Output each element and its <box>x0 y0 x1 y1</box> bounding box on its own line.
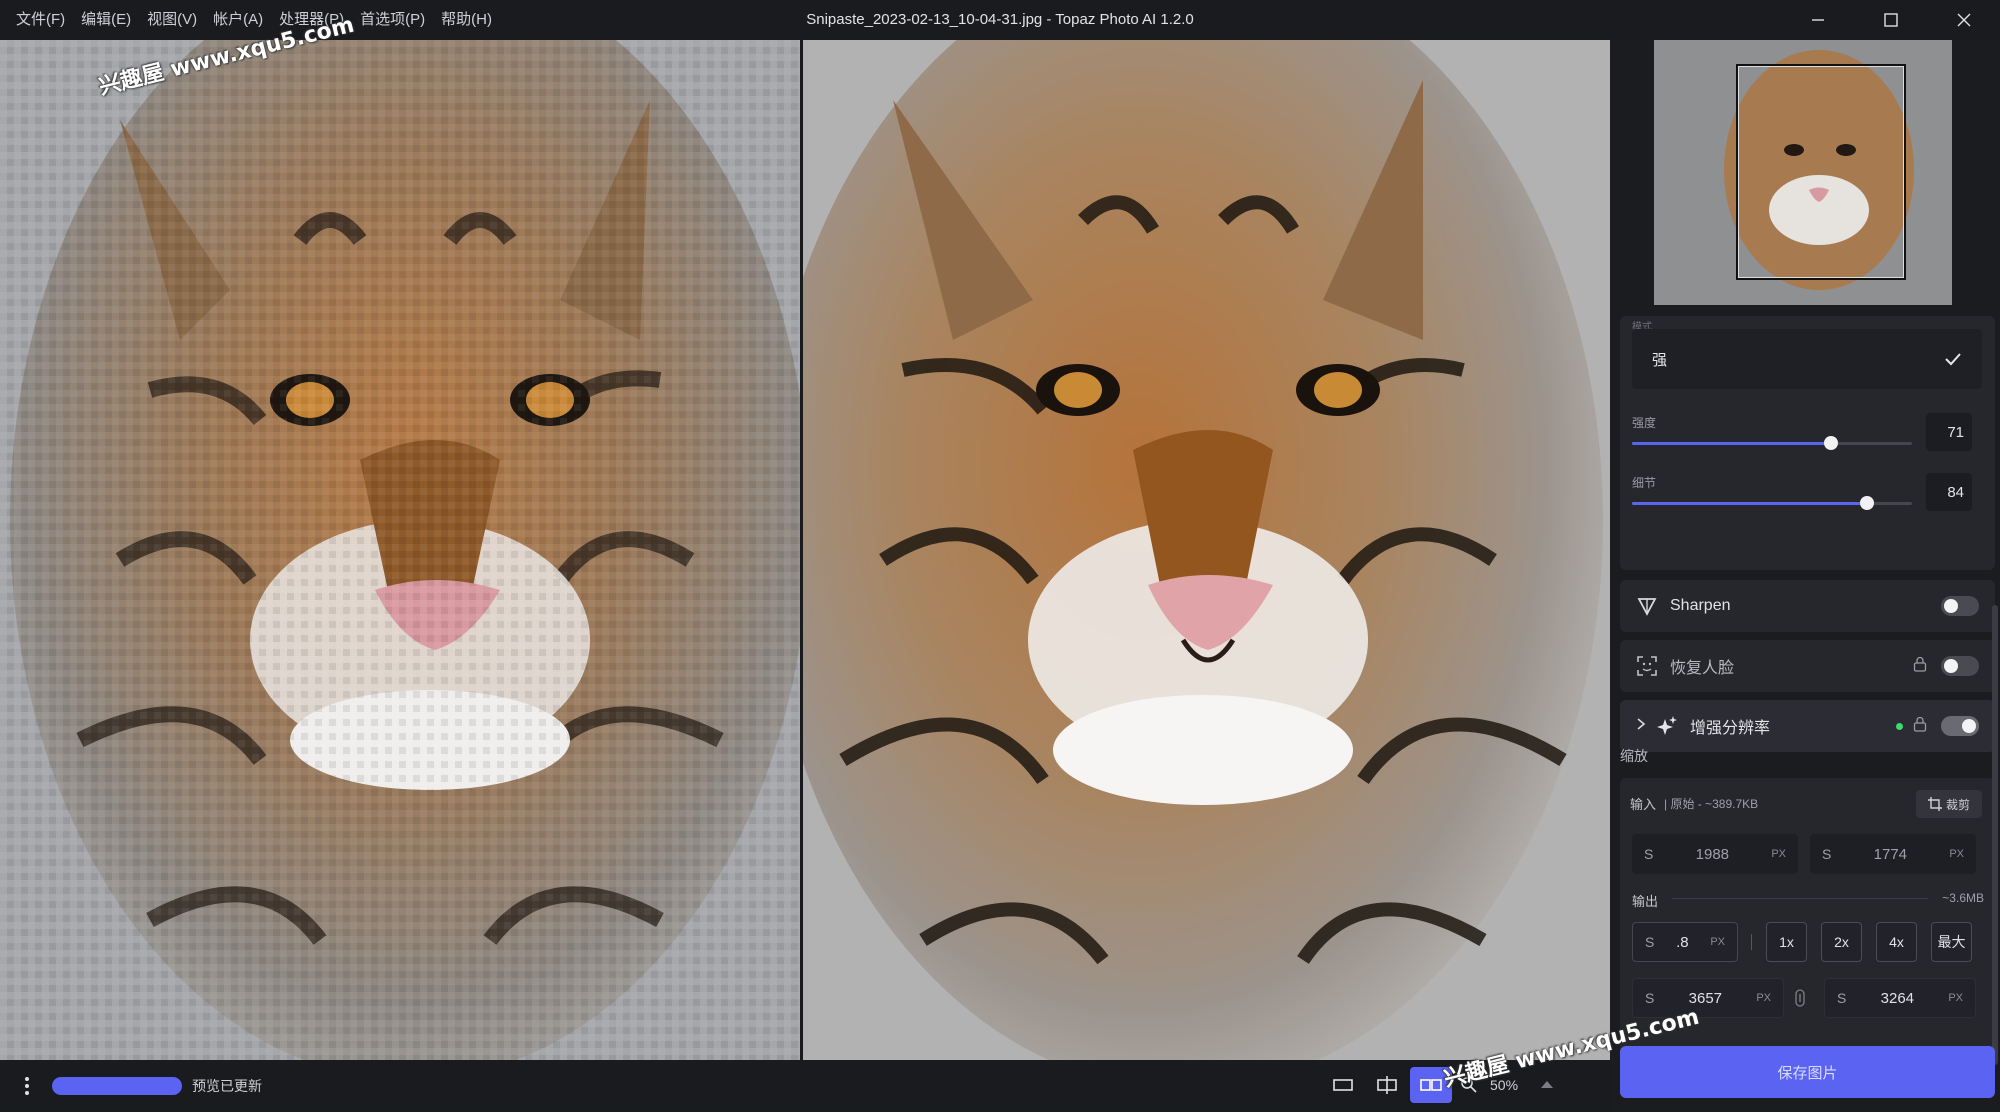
input-height-unit: PX <box>1949 848 1964 860</box>
maximize-button[interactable] <box>1854 0 1927 40</box>
more-vertical-icon <box>25 1077 29 1095</box>
detail-value-input[interactable]: 84 <box>1926 473 1972 511</box>
minimize-icon <box>1811 19 1824 21</box>
close-icon <box>1957 13 1970 27</box>
caret-up-icon[interactable] <box>1540 1076 1554 1094</box>
enhanced-preview[interactable] <box>803 40 1610 1060</box>
detail-slider[interactable] <box>1632 496 1912 510</box>
bottom-toolbar: 预览已更新 50% <box>0 1060 1610 1112</box>
strength-label: 强度 <box>1632 416 1657 430</box>
strength-slider-fill <box>1632 442 1831 445</box>
scale-section-title: 缩放 <box>1620 748 1648 764</box>
input-width-prefix: S <box>1644 846 1654 862</box>
input-height-prefix: S <box>1822 846 1832 862</box>
output-size: ~3.6MB <box>1942 891 1984 905</box>
tiger-image-enhanced <box>803 40 1610 1060</box>
scale-separator <box>1751 934 1752 950</box>
navigator-viewport-frame[interactable] <box>1736 64 1906 280</box>
tiger-image-original <box>0 40 800 1060</box>
face-recovery-row[interactable]: 恢复人脸 <box>1620 640 1995 692</box>
split-view-icon <box>1377 1076 1397 1094</box>
side-by-side-icon <box>1420 1079 1442 1091</box>
output-width-prefix: S <box>1645 990 1655 1006</box>
input-height-field: S 1774 PX <box>1810 834 1976 874</box>
crop-button[interactable]: 裁剪 <box>1916 790 1982 818</box>
output-label: 输出 <box>1632 894 1659 909</box>
output-height-unit: PX <box>1948 992 1963 1004</box>
save-image-button[interactable]: 保存图片 <box>1620 1046 1995 1098</box>
upscale-row[interactable]: 增强分辨率 <box>1620 700 1995 752</box>
single-view-icon <box>1333 1079 1353 1091</box>
checkmark-icon <box>1945 353 1961 366</box>
output-scale-value: .8 <box>1676 933 1689 951</box>
single-view-button[interactable] <box>1322 1067 1364 1103</box>
preview-status: 预览已更新 <box>192 1078 262 1094</box>
input-label: 输入 <box>1630 797 1657 812</box>
output-divider <box>1672 898 1928 899</box>
window-controls <box>1781 0 2000 40</box>
mode-dropdown[interactable]: 强 <box>1632 329 1982 389</box>
strength-slider[interactable] <box>1632 436 1912 450</box>
image-comparison-view[interactable] <box>0 40 1610 1060</box>
close-button[interactable] <box>1927 0 2000 40</box>
link-icon[interactable] <box>1794 988 1806 1013</box>
upscale-label: 增强分辨率 <box>1690 720 1771 737</box>
input-width-value: 1988 <box>1695 845 1730 863</box>
crop-icon <box>1927 797 1942 811</box>
minimize-button[interactable] <box>1781 0 1854 40</box>
strength-slider-handle[interactable] <box>1823 436 1838 450</box>
sparkle-icon <box>1656 715 1678 737</box>
scale-1x-button[interactable]: 1x <box>1766 922 1807 962</box>
chevron-right-icon[interactable] <box>1636 717 1646 736</box>
input-width-unit: PX <box>1771 848 1786 860</box>
crop-button-label: 裁剪 <box>1945 797 1970 812</box>
status-dot-icon <box>1896 722 1903 730</box>
face-scan-icon <box>1636 655 1658 677</box>
output-scale-prefix: S <box>1645 934 1655 950</box>
detail-label: 细节 <box>1632 476 1657 490</box>
mode-dropdown-value: 强 <box>1652 351 1668 369</box>
output-height-field[interactable]: S 3264 PX <box>1824 978 1976 1018</box>
output-height-value: 3264 <box>1880 989 1915 1007</box>
menu-view[interactable]: 视图(V) <box>139 0 205 40</box>
scale-4x-button[interactable]: 4x <box>1876 922 1917 962</box>
input-height-value: 1774 <box>1873 845 1908 863</box>
output-width-unit: PX <box>1756 992 1771 1004</box>
face-recovery-label: 恢复人脸 <box>1670 660 1735 677</box>
input-meta: | 原始 - ~389.7KB <box>1664 797 1759 811</box>
split-view-button[interactable] <box>1366 1067 1408 1103</box>
menu-file[interactable]: 文件(F) <box>8 0 73 40</box>
menu-help[interactable]: 帮助(H) <box>433 0 500 40</box>
sharpen-toggle[interactable] <box>1941 596 1979 616</box>
original-preview[interactable] <box>0 40 800 1060</box>
upscale-toggle[interactable] <box>1941 716 1979 736</box>
more-options-button[interactable] <box>8 1067 46 1105</box>
sharpen-row[interactable]: Sharpen <box>1620 580 1995 632</box>
input-width-field: S 1988 PX <box>1632 834 1798 874</box>
sharpen-icon <box>1636 595 1658 617</box>
scale-2x-button[interactable]: 2x <box>1821 922 1862 962</box>
menu-preferences[interactable]: 首选项(P) <box>352 0 433 40</box>
strength-value-input[interactable]: 71 <box>1926 413 1972 451</box>
face-recovery-toggle[interactable] <box>1941 656 1979 676</box>
side-panel: 模式 强 强度 71 细节 84 Sharpen 恢复人脸 增强分辨率 缩放 输… <box>1610 40 2000 1112</box>
panel-scrollbar[interactable] <box>1992 605 1998 1065</box>
scale-max-button[interactable]: 最大 <box>1931 922 1972 962</box>
preview-progress-bar <box>52 1077 182 1095</box>
lock-icon <box>1913 716 1927 737</box>
lock-icon <box>1913 656 1927 677</box>
menu-edit[interactable]: 编辑(E) <box>73 0 139 40</box>
output-scale-field[interactable]: S .8 PX <box>1632 922 1738 962</box>
sharpen-label: Sharpen <box>1670 597 1731 614</box>
navigator-thumbnail[interactable] <box>1654 40 1952 305</box>
output-scale-unit: PX <box>1710 936 1725 948</box>
maximize-icon <box>1883 13 1898 27</box>
output-height-prefix: S <box>1837 990 1847 1006</box>
detail-slider-fill <box>1632 502 1868 505</box>
